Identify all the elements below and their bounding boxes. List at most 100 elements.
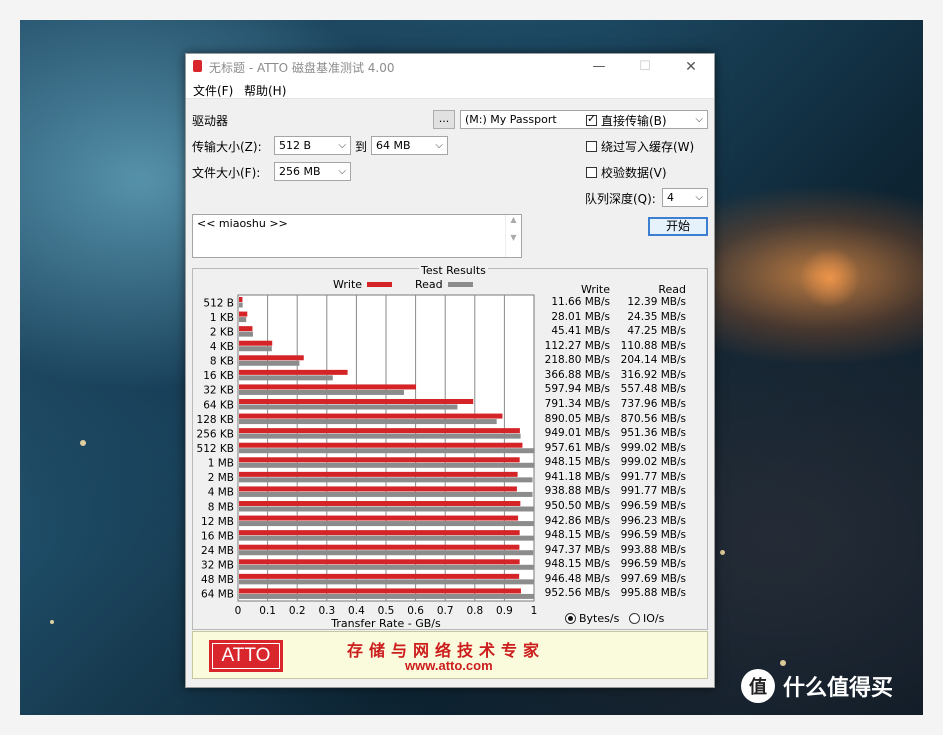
col-head-write: Write bbox=[580, 283, 610, 296]
bypass-write-cache-label: 绕过写入缓存(W) bbox=[601, 140, 695, 154]
y-tick-label: 16 KB bbox=[203, 370, 234, 382]
minimize-button[interactable]: — bbox=[576, 54, 622, 80]
description-text: << miaoshu >> bbox=[197, 217, 288, 230]
x-tick-label: 0.3 bbox=[318, 605, 335, 617]
transfer-from-value: 512 B bbox=[279, 139, 312, 152]
to-label: 到 bbox=[355, 140, 368, 154]
start-button[interactable]: 开始 bbox=[648, 217, 708, 236]
y-tick-label: 4 MB bbox=[208, 487, 234, 499]
drive-select[interactable]: (M:) My Passport ⌵ bbox=[460, 110, 708, 129]
bar-write bbox=[239, 515, 519, 521]
bar-write bbox=[239, 355, 304, 361]
y-tick-label: 8 KB bbox=[210, 356, 234, 368]
browse-button[interactable]: ... bbox=[433, 110, 455, 129]
banner-url[interactable]: www.atto.com bbox=[405, 658, 493, 673]
transfer-to-value: 64 MB bbox=[376, 139, 411, 152]
col-head-read: Read bbox=[658, 283, 686, 296]
file-size-select[interactable]: 256 MB ⌵ bbox=[274, 162, 351, 181]
file-size-value: 256 MB bbox=[279, 165, 321, 178]
bar-read bbox=[239, 506, 534, 512]
result-write-value: 218.80 MB/s bbox=[544, 354, 610, 367]
bar-write bbox=[239, 501, 521, 506]
bar-read bbox=[239, 579, 535, 585]
bar-read bbox=[239, 302, 243, 308]
result-write-value: 948.15 MB/s bbox=[544, 558, 610, 571]
transfer-size-label: 传输大小(Z): bbox=[192, 140, 262, 154]
bar-read bbox=[239, 389, 405, 395]
file-size-label: 文件大小(F): bbox=[192, 166, 261, 180]
bar-read bbox=[239, 593, 534, 599]
y-tick-label: 1 KB bbox=[210, 312, 234, 324]
y-tick-label: 32 KB bbox=[203, 385, 234, 397]
bar-write bbox=[239, 544, 520, 550]
bar-write bbox=[239, 471, 518, 477]
bar-write bbox=[239, 369, 348, 375]
bar-read bbox=[239, 448, 535, 454]
menu-file[interactable]: 文件(F) bbox=[193, 82, 233, 99]
bar-write bbox=[239, 326, 253, 332]
result-read-value: 996.59 MB/s bbox=[620, 529, 686, 542]
watermark: 值 什么值得买 bbox=[740, 669, 893, 703]
io-per-sec-radio[interactable]: IO/s bbox=[629, 612, 664, 625]
x-tick-label: 1 bbox=[531, 605, 538, 617]
result-write-value: 112.27 MB/s bbox=[544, 339, 610, 352]
y-tick-label: 256 KB bbox=[197, 428, 234, 440]
x-tick-label: 0.8 bbox=[466, 605, 483, 617]
y-tick-label: 12 MB bbox=[201, 516, 234, 528]
bar-write bbox=[239, 573, 520, 579]
result-write-value: 28.01 MB/s bbox=[551, 310, 610, 323]
checkbox-icon bbox=[586, 141, 597, 152]
watermark-text: 什么值得买 bbox=[782, 676, 893, 701]
bar-read bbox=[239, 375, 333, 381]
result-read-value: 995.88 MB/s bbox=[620, 587, 686, 600]
bar-write bbox=[239, 384, 416, 390]
result-read-value: 991.77 MB/s bbox=[620, 470, 686, 483]
result-write-value: 942.86 MB/s bbox=[544, 514, 610, 527]
bokeh-light bbox=[720, 550, 725, 555]
result-write-value: 946.48 MB/s bbox=[544, 572, 610, 585]
queue-depth-select[interactable]: 4 ⌵ bbox=[662, 188, 708, 207]
x-tick-label: 0.9 bbox=[496, 605, 513, 617]
bar-read bbox=[239, 331, 253, 337]
transfer-to-select[interactable]: 64 MB ⌵ bbox=[371, 136, 448, 155]
result-read-value: 991.77 MB/s bbox=[620, 485, 686, 498]
y-tick-label: 64 MB bbox=[201, 589, 234, 601]
chevron-down-icon: ⌵ bbox=[338, 140, 346, 151]
result-write-value: 941.18 MB/s bbox=[544, 470, 610, 483]
bokeh-light bbox=[50, 620, 54, 624]
y-tick-label: 48 MB bbox=[201, 574, 234, 586]
result-read-value: 996.59 MB/s bbox=[620, 558, 686, 571]
y-tick-label: 2 MB bbox=[208, 472, 234, 484]
bar-write bbox=[239, 457, 520, 463]
textarea-scrollbar[interactable]: ▲ ▼ bbox=[505, 215, 521, 257]
title-bar[interactable]: 无标题 - ATTO 磁盘基准测试 4.00 — ☐ ✕ bbox=[186, 54, 714, 80]
app-icon bbox=[193, 60, 202, 72]
bar-write bbox=[239, 559, 520, 565]
y-tick-label: 512 KB bbox=[197, 443, 234, 455]
menu-bar: 文件(F) 帮助(H) bbox=[186, 80, 714, 99]
bar-write bbox=[239, 442, 523, 448]
result-write-value: 45.41 MB/s bbox=[551, 325, 610, 338]
io-per-sec-label: IO/s bbox=[643, 612, 665, 625]
bar-read bbox=[239, 535, 534, 541]
close-button[interactable]: ✕ bbox=[668, 54, 714, 80]
atto-logo: ATTO bbox=[209, 640, 283, 672]
bypass-write-cache-checkbox[interactable]: 绕过写入缓存(W) bbox=[586, 138, 694, 155]
chevron-down-icon: ⌵ bbox=[695, 114, 703, 125]
bytes-per-sec-radio[interactable]: Bytes/s bbox=[565, 612, 619, 625]
result-read-value: 996.59 MB/s bbox=[620, 500, 686, 512]
menu-help[interactable]: 帮助(H) bbox=[244, 82, 286, 99]
transfer-from-select[interactable]: 512 B ⌵ bbox=[274, 136, 351, 155]
bar-write bbox=[239, 297, 243, 302]
result-read-value: 316.92 MB/s bbox=[620, 368, 686, 381]
verify-data-checkbox[interactable]: 校验数据(V) bbox=[586, 164, 667, 181]
result-write-value: 952.56 MB/s bbox=[544, 587, 610, 600]
x-tick-label: 0.6 bbox=[407, 605, 424, 617]
result-read-value: 204.14 MB/s bbox=[620, 354, 686, 367]
result-read-value: 110.88 MB/s bbox=[620, 339, 686, 352]
bytes-per-sec-label: Bytes/s bbox=[579, 612, 620, 625]
result-read-value: 993.88 MB/s bbox=[620, 543, 686, 556]
direct-io-checkbox[interactable]: 直接传输(B) bbox=[586, 112, 667, 129]
description-textarea[interactable]: << miaoshu >> ▲ ▼ bbox=[192, 214, 522, 258]
maximize-button[interactable]: ☐ bbox=[622, 54, 668, 80]
